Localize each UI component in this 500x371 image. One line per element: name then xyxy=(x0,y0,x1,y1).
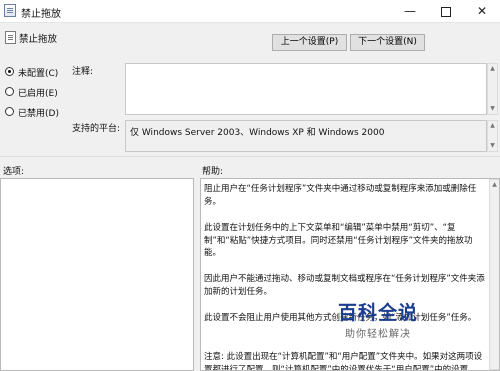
app-icon xyxy=(4,4,16,17)
scroll-down-arrow-icon[interactable]: ▼ xyxy=(488,104,497,114)
setting-title: 禁止拖放 xyxy=(19,34,58,45)
watermark-subtitle: 助你轻松解决 xyxy=(345,329,411,340)
radio-button-icon[interactable] xyxy=(5,67,14,76)
options-label: 选项: xyxy=(3,167,25,177)
platform-field: 仅 Windows Server 2003、Windows XP 和 Windo… xyxy=(125,120,487,152)
radio-label: 已启用(E) xyxy=(18,89,58,99)
help-paragraph: 注意: 此设置出现在“计算机配置”和“用户配置”文件夹中。如果对这两项设置都进行… xyxy=(204,352,483,371)
help-scrollbar[interactable]: ▲ xyxy=(489,179,499,370)
radio-label: 已禁用(D) xyxy=(18,109,59,119)
watermark: 百科全说 助你轻松解决 xyxy=(338,298,448,342)
platform-scrollbar[interactable]: ▲ ▼ xyxy=(487,120,498,152)
previous-setting-button[interactable]: 上一个设置(P) xyxy=(272,34,347,51)
scroll-up-arrow-icon[interactable]: ▲ xyxy=(488,121,497,131)
policy-setting-icon xyxy=(5,31,16,44)
radio-button-icon[interactable] xyxy=(5,87,14,96)
radio-label: 未配置(C) xyxy=(18,69,59,79)
maximize-button[interactable] xyxy=(428,0,464,22)
help-paragraph: 阻止用户在“任务计划程序”文件夹中通过移动或复制程序来添加或删除任务。 xyxy=(204,184,477,207)
section-divider xyxy=(0,156,500,157)
platform-label: 支持的平台: xyxy=(72,124,121,134)
window-title: 禁止拖放 xyxy=(21,9,61,20)
help-label: 帮助: xyxy=(202,167,224,177)
watermark-title: 百科全说 xyxy=(338,302,419,324)
comment-label: 注释: xyxy=(72,67,94,77)
minimize-button[interactable]: — xyxy=(392,0,428,22)
close-button[interactable]: ✕ xyxy=(464,0,500,22)
help-paragraph: 因此用户不能通过拖动、移动或复制文档或程序在“任务计划程序”文件夹添加新的计划任… xyxy=(204,274,485,297)
help-paragraph: 此设置在计划任务中的上下文菜单和“编辑”菜单中禁用“剪切”、“复制”和“粘贴”快… xyxy=(204,223,473,258)
help-panel: 阻止用户在“任务计划程序”文件夹中通过移动或复制程序来添加或删除任务。 此设置在… xyxy=(200,178,500,371)
comment-scrollbar[interactable]: ▲ ▼ xyxy=(487,63,498,115)
radio-button-icon[interactable] xyxy=(5,107,14,116)
next-setting-button[interactable]: 下一个设置(N) xyxy=(350,34,425,51)
title-bar: 禁止拖放 — ✕ xyxy=(0,0,500,23)
maximize-icon xyxy=(441,6,451,17)
scroll-up-arrow-icon[interactable]: ▲ xyxy=(488,64,497,74)
scroll-down-arrow-icon[interactable]: ▼ xyxy=(488,141,497,151)
comment-textarea[interactable] xyxy=(125,63,487,115)
platform-value: 仅 Windows Server 2003、Windows XP 和 Windo… xyxy=(130,128,385,138)
scroll-up-arrow-icon[interactable]: ▲ xyxy=(490,180,499,190)
options-panel xyxy=(0,178,194,371)
